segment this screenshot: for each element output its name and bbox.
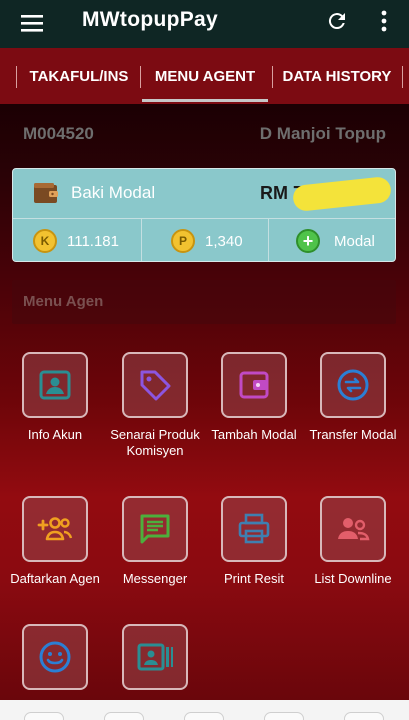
tab-data-history[interactable]: DATA HISTORY [278, 48, 396, 104]
balance-card: Baki Modal RM 7 K 111.181 P 1,340 + Moda… [12, 168, 396, 262]
section-title: Menu Agen [23, 293, 104, 310]
tab-divider [16, 66, 17, 88]
printer-icon [221, 496, 287, 562]
menu-id-card[interactable] [106, 624, 204, 699]
tab-menu-agent[interactable]: MENU AGENT [142, 48, 268, 104]
cell-divider [141, 219, 142, 261]
menu-senarai-produk[interactable]: Senarai Produk Komisyen [106, 352, 204, 459]
add-modal-cell[interactable]: + Modal [296, 219, 375, 261]
bottom-navigation-strip [0, 700, 409, 720]
add-modal-label: Modal [334, 232, 375, 250]
bottom-nav-item[interactable] [344, 712, 384, 720]
menu-label: Tambah Modal [211, 427, 297, 442]
menu-info-akun[interactable]: Info Akun [6, 352, 104, 443]
menu-label: Daftarkan Agen [10, 571, 100, 586]
menu-transfer-modal[interactable]: Transfer Modal [304, 352, 402, 443]
k-points-cell[interactable]: K 111.181 [33, 219, 119, 261]
wallet-icon [221, 352, 287, 418]
hamburger-menu-icon[interactable] [18, 9, 46, 37]
redaction-mark [291, 175, 393, 213]
menu-label: Info Akun [27, 427, 83, 442]
k-points-value: 111.181 [67, 232, 119, 250]
more-options-icon[interactable] [372, 6, 396, 36]
swap-arrows-icon [320, 352, 386, 418]
menu-label: Transfer Modal [309, 427, 397, 442]
agent-name: D Manjoi Topup [259, 124, 386, 143]
menu-daftarkan-agen[interactable]: Daftarkan Agen [6, 496, 104, 587]
cell-divider [268, 219, 269, 261]
menu-label: List Downline [314, 571, 392, 586]
menu-label: Senarai Produk Komisyen [110, 427, 200, 458]
bottom-nav-item[interactable] [264, 712, 304, 720]
tab-divider [140, 66, 141, 88]
balance-row[interactable]: Baki Modal RM 7 [13, 169, 395, 219]
group-add-icon [22, 496, 88, 562]
main-content: M004520 D Manjoi Topup Baki Modal RM 7 K… [0, 104, 409, 700]
id-card-icon [122, 624, 188, 690]
agent-id: M004520 [23, 124, 94, 143]
k-coin-icon: K [33, 229, 57, 253]
menu-tambah-modal[interactable]: Tambah Modal [205, 352, 303, 443]
app-bar: MWtopupPay [0, 0, 409, 48]
people-icon [320, 496, 386, 562]
refresh-icon[interactable] [322, 6, 352, 36]
tab-previous-partial[interactable]: I [0, 48, 4, 104]
balance-label: Baki Modal [71, 183, 156, 202]
bottom-nav-item[interactable] [24, 712, 64, 720]
plus-circle-icon: + [296, 229, 320, 253]
menu-smiley[interactable] [6, 624, 104, 699]
menu-label: Print Resit [224, 571, 284, 586]
tab-divider [272, 66, 273, 88]
smiley-icon [22, 624, 88, 690]
message-icon [122, 496, 188, 562]
tab-divider [402, 66, 403, 88]
menu-label: Messenger [122, 571, 188, 586]
p-points-value: 1,340 [205, 232, 243, 250]
menu-messenger[interactable]: Messenger [106, 496, 204, 587]
bottom-nav-item[interactable] [184, 712, 224, 720]
app-title: MWtopupPay [82, 8, 218, 31]
contact-card-icon [22, 352, 88, 418]
menu-list-downline[interactable]: List Downline [304, 496, 402, 587]
tab-takaful[interactable]: TAKAFUL/INS [24, 48, 134, 104]
price-tag-icon [122, 352, 188, 418]
bottom-nav-item[interactable] [104, 712, 144, 720]
wallet-icon [33, 182, 59, 204]
p-coin-icon: P [171, 229, 195, 253]
menu-print-resit[interactable]: Print Resit [205, 496, 303, 587]
points-row: K 111.181 P 1,340 + Modal [13, 219, 395, 261]
p-points-cell[interactable]: P 1,340 [171, 219, 243, 261]
tab-bar: I TAKAFUL/INS MENU AGENT DATA HISTORY [0, 48, 409, 104]
section-header: Menu Agen [12, 280, 396, 324]
